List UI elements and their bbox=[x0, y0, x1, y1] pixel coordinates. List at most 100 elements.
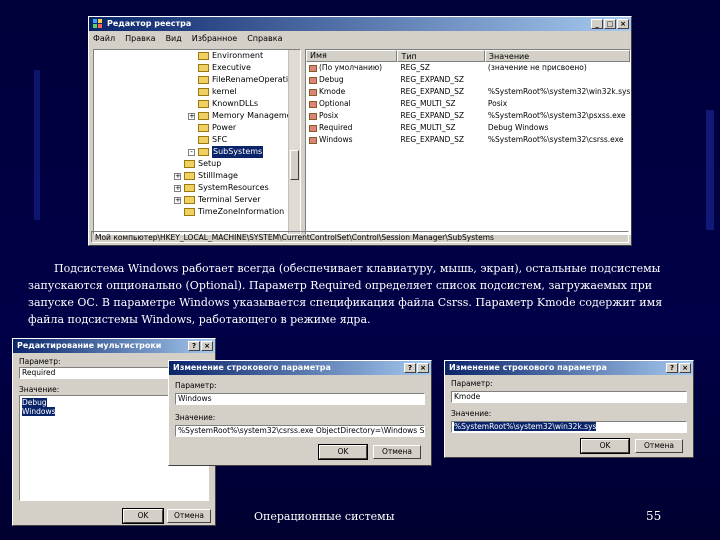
expand-icon[interactable]: + bbox=[174, 172, 181, 180]
help-button[interactable]: ? bbox=[666, 363, 678, 373]
footer-page-number: 55 bbox=[646, 509, 662, 523]
help-button[interactable]: ? bbox=[188, 341, 200, 351]
tree-item-label: Memory Management bbox=[212, 111, 300, 120]
help-button[interactable]: ? bbox=[404, 363, 416, 373]
column-type[interactable]: Тип bbox=[397, 50, 485, 62]
tree-item-filerename[interactable]: FileRenameOperations bbox=[198, 74, 300, 86]
folder-icon bbox=[184, 184, 195, 192]
tree-item-sysresources[interactable]: + SystemResources bbox=[174, 182, 269, 194]
value-name-cell: (По умолчанию) bbox=[306, 62, 397, 74]
value-data-cell: Debug Windows bbox=[487, 123, 549, 132]
value-label: Значение: bbox=[175, 413, 216, 422]
tree-item-label: Setup bbox=[198, 159, 222, 168]
registry-menubar: Файл Правка Вид Избранное Справка bbox=[89, 31, 631, 45]
registry-titlebar[interactable]: Редактор реестра _ □ × bbox=[89, 17, 631, 31]
value-type-cell: REG_MULTI_SZ bbox=[400, 123, 456, 132]
menu-favorites[interactable]: Избранное bbox=[192, 34, 237, 43]
registry-editor-window: Редактор реестра _ □ × Файл Правка Вид И… bbox=[88, 16, 632, 246]
minimize-button[interactable]: _ bbox=[591, 19, 603, 29]
expand-icon[interactable]: + bbox=[188, 112, 195, 120]
value-row[interactable]: Required REG_MULTI_SZ Debug Windows bbox=[306, 122, 630, 134]
close-button[interactable]: × bbox=[679, 363, 691, 373]
menu-edit[interactable]: Правка bbox=[125, 34, 155, 43]
string-dialog-kmode-titlebar[interactable]: Изменение строкового параметра ? × bbox=[445, 361, 693, 375]
value-name-cell: Windows bbox=[306, 134, 397, 146]
string-value-icon bbox=[309, 112, 317, 120]
tree-item-executive[interactable]: Executive bbox=[198, 62, 251, 74]
value-field[interactable]: %SystemRoot%\system32\win32k.sys bbox=[451, 421, 687, 433]
string-dialog-windows-title: Изменение строкового параметра bbox=[173, 363, 331, 372]
tree-item-environment[interactable]: Environment bbox=[198, 50, 263, 62]
value-selected-text: %SystemRoot%\system32\win32k.sys bbox=[454, 422, 597, 431]
cancel-button[interactable]: Отмена bbox=[167, 509, 211, 523]
tree-item-stillimage[interactable]: + StillImage bbox=[174, 170, 238, 182]
tree-item-sfc[interactable]: SFC bbox=[198, 134, 227, 146]
tree-item-knowndlls[interactable]: KnownDLLs bbox=[198, 98, 258, 110]
string-value-icon bbox=[309, 64, 317, 72]
decor-bar-right bbox=[706, 110, 714, 230]
list-header: Имя Тип Значение bbox=[306, 50, 630, 62]
value-field[interactable]: %SystemRoot%\system32\csrss.exe ObjectDi… bbox=[175, 425, 425, 437]
maximize-button[interactable]: □ bbox=[604, 19, 616, 29]
tree-item-memory[interactable]: + Memory Management bbox=[188, 110, 300, 122]
multistring-titlebar[interactable]: Редактирование мультистроки ? × bbox=[13, 339, 215, 353]
value-name: Optional bbox=[319, 99, 351, 108]
value-name: Posix bbox=[319, 111, 339, 120]
value-row[interactable]: Debug REG_EXPAND_SZ bbox=[306, 74, 630, 86]
folder-icon bbox=[198, 112, 209, 120]
cancel-button[interactable]: Отмена bbox=[635, 439, 683, 453]
close-button[interactable]: × bbox=[417, 363, 429, 373]
footer-course-title: Операционные системы bbox=[254, 510, 395, 523]
string-dialog-windows-titlebar[interactable]: Изменение строкового параметра ? × bbox=[169, 361, 431, 375]
registry-app-icon bbox=[93, 19, 102, 28]
value-type-cell: REG_MULTI_SZ bbox=[400, 99, 456, 108]
value-type-cell: REG_EXPAND_SZ bbox=[400, 87, 465, 96]
value-name: Windows bbox=[319, 135, 353, 144]
param-label: Параметр: bbox=[451, 379, 493, 388]
folder-icon bbox=[198, 124, 209, 132]
expand-icon[interactable]: + bbox=[174, 196, 181, 204]
cancel-button[interactable]: Отмена bbox=[373, 445, 421, 459]
tree-item-power[interactable]: Power bbox=[198, 122, 236, 134]
description-paragraph: Подсистема Windows работает всегда (обес… bbox=[28, 262, 663, 326]
value-row[interactable]: Windows REG_EXPAND_SZ %SystemRoot%\system3… bbox=[306, 134, 630, 146]
ok-button[interactable]: OK bbox=[318, 444, 368, 460]
tree-item-subsystems[interactable]: - SubSystems bbox=[188, 146, 264, 158]
value-label: Значение: bbox=[19, 385, 60, 394]
column-name[interactable]: Имя bbox=[306, 50, 398, 62]
folder-icon bbox=[184, 160, 195, 168]
folder-icon bbox=[184, 172, 195, 180]
ok-button[interactable]: OK bbox=[122, 508, 164, 524]
value-name-cell: Posix bbox=[306, 110, 397, 122]
value-data-cell bbox=[485, 74, 630, 86]
value-name: Required bbox=[319, 123, 353, 132]
value-data-cell: %SystemRoot%\system32\psxss.exe bbox=[487, 111, 626, 120]
menu-help[interactable]: Справка bbox=[247, 34, 282, 43]
value-row[interactable]: Posix REG_EXPAND_SZ %SystemRoot%\system32\… bbox=[306, 110, 630, 122]
close-button[interactable]: × bbox=[201, 341, 213, 351]
column-data[interactable]: Значение bbox=[484, 50, 630, 62]
ok-button[interactable]: OK bbox=[580, 438, 630, 454]
string-dialog-windows: Изменение строкового параметра ? × Парам… bbox=[168, 360, 432, 466]
scroll-thumb[interactable] bbox=[290, 150, 299, 180]
registry-tree[interactable]: Environment Executive FileRenameOperatio… bbox=[93, 49, 301, 235]
tree-item-setup[interactable]: Setup bbox=[184, 158, 221, 170]
collapse-icon[interactable]: - bbox=[188, 148, 195, 156]
param-field: Windows bbox=[175, 393, 425, 405]
value-row[interactable]: Kmode REG_EXPAND_SZ %SystemRoot%\system32\… bbox=[306, 86, 630, 98]
folder-icon bbox=[198, 64, 209, 72]
menu-view[interactable]: Вид bbox=[166, 34, 182, 43]
menu-file[interactable]: Файл bbox=[93, 34, 115, 43]
registry-statusbar: Мой компьютер\HKEY_LOCAL_MACHINE\SYSTEM\… bbox=[91, 231, 629, 243]
tree-scrollbar[interactable] bbox=[288, 50, 300, 234]
tree-item-kernel[interactable]: kernel bbox=[198, 86, 237, 98]
string-value-icon bbox=[309, 76, 317, 84]
tree-item-label: StillImage bbox=[198, 171, 238, 180]
value-row[interactable]: Optional REG_MULTI_SZ Posix bbox=[306, 98, 630, 110]
expand-icon[interactable]: + bbox=[174, 184, 181, 192]
value-row[interactable]: (По умолчанию) REG_SZ (значение не присвое… bbox=[306, 62, 630, 74]
value-name-cell: Required bbox=[306, 122, 397, 134]
tree-item-timezone[interactable]: TimeZoneInformation bbox=[184, 206, 284, 218]
tree-item-terminalserver[interactable]: + Terminal Server bbox=[174, 194, 261, 206]
close-button[interactable]: × bbox=[617, 19, 629, 29]
